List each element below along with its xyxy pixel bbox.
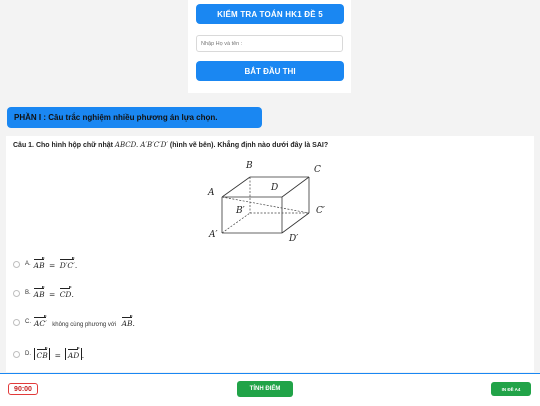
start-exam-button[interactable]: BẮT ĐẦU THI — [196, 61, 344, 81]
label-D: D — [270, 183, 278, 193]
relation: = — [54, 351, 61, 360]
edge-D1C1 — [281, 212, 310, 234]
countdown-timer: 90:00 — [8, 383, 38, 395]
label-B: B — [245, 161, 253, 171]
label-A: A — [207, 188, 215, 198]
label-D1: D′ — [288, 234, 298, 244]
vector: AC′ — [34, 315, 48, 328]
relation: = — [49, 290, 56, 299]
relation: = — [49, 261, 56, 270]
edge-AB — [221, 176, 251, 198]
section-title: PHẦN I : Câu trắc nghiệm nhiều phương án… — [14, 113, 218, 122]
hidden-edge-A1B1 — [221, 212, 251, 234]
option-text: không cùng phương với — [52, 322, 117, 328]
end-mark: . — [74, 261, 78, 270]
end-mark: . — [81, 351, 85, 360]
vector: D′C′ — [59, 257, 76, 270]
exam-title-button[interactable]: KIỂM TRA TOÁN HK1 ĐỀ 5 — [196, 4, 344, 24]
name-input[interactable] — [196, 35, 343, 52]
option-a[interactable]: A. AB = D′C′. — [13, 257, 77, 271]
print-a4-button[interactable]: IN ĐỀ A4 — [491, 382, 531, 396]
label-C1: C′ — [316, 206, 325, 216]
label-C: C — [314, 165, 321, 175]
option-c-radio[interactable] — [13, 318, 20, 326]
cuboid-figure: B C A D B′ C′ A′ D′ — [207, 161, 325, 244]
question-prefix: Câu 1. Cho hình hộp chữ nhật — [13, 142, 113, 149]
question-suffix: (hình vẽ bên). Khẳng định nào dưới đây l… — [169, 142, 329, 149]
vector: CB — [36, 347, 49, 360]
end-mark: . — [71, 290, 74, 299]
option-b[interactable]: B. AB = CD. — [13, 286, 74, 300]
vector: AB — [33, 286, 46, 299]
option-b-radio[interactable] — [13, 289, 20, 297]
option-letter: D. — [25, 351, 31, 357]
question-text: Câu 1. Cho hình hộp chữ nhật ABCD. A′B′C… — [13, 141, 328, 149]
score-button[interactable]: TÍNH ĐIỂM — [237, 381, 293, 397]
vector: AB — [33, 257, 46, 270]
option-d-radio[interactable] — [13, 350, 20, 358]
edge-DC — [281, 176, 310, 198]
vector: AD — [67, 347, 81, 360]
option-a-radio[interactable] — [13, 260, 20, 268]
vector: AB — [121, 315, 133, 328]
question-math: ABCD. A′B′C′D′ — [114, 141, 168, 149]
option-letter: A. — [25, 261, 31, 267]
option-letter: B. — [25, 290, 31, 296]
option-c[interactable]: C. AC′ không cùng phương với AB. — [13, 315, 135, 329]
option-d[interactable]: D. CB = AD. — [13, 347, 84, 361]
option-letter: C. — [25, 319, 31, 325]
label-B1: B′ — [235, 206, 245, 216]
label-A1: A′ — [208, 230, 218, 240]
vector: CD — [59, 286, 72, 299]
